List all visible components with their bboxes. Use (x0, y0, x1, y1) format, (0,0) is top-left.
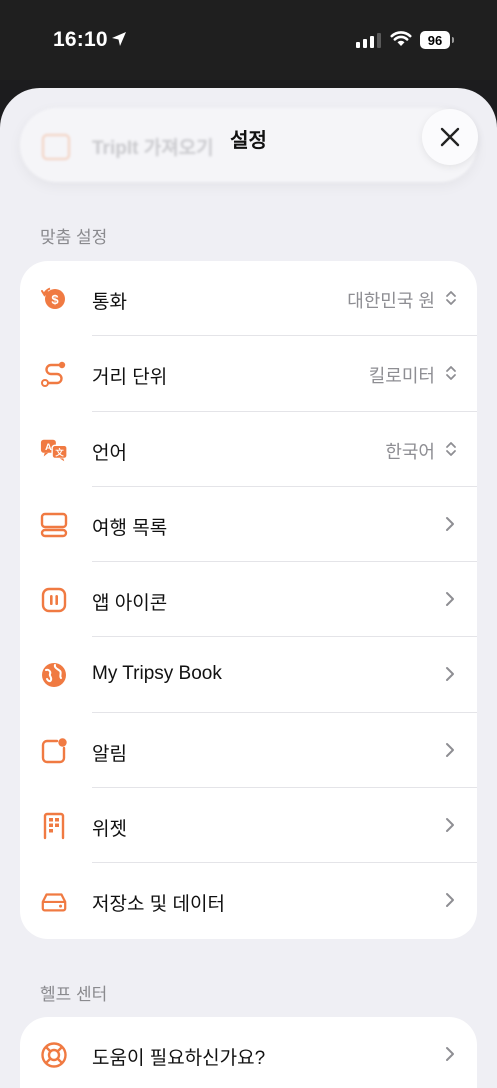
chevron-right-icon (446, 1047, 454, 1061)
svg-text:文: 文 (55, 447, 64, 457)
globe-icon (40, 661, 68, 689)
close-button[interactable] (422, 109, 478, 165)
battery-tip (452, 37, 454, 43)
settings-row-value: 대한민국 원 (347, 291, 435, 311)
settings-row-help[interactable]: 도움이 필요하신가요? (20, 1017, 477, 1088)
settings-row-notifications[interactable]: 알림 (20, 713, 477, 789)
cellular-signal-icon (356, 33, 381, 48)
chevron-up-down-icon (446, 441, 456, 456)
section-header-custom: 맞춤 설정 (40, 228, 108, 247)
chevron-right-icon (446, 516, 454, 531)
battery-indicator: 96 (420, 31, 450, 49)
settings-row-label: 통화 (92, 292, 127, 313)
svg-text:$: $ (51, 292, 59, 307)
settings-sheet: TripIt 가져오기 설정 맞춤 설정 $ 통화 대한민국 원 거리 단위 킬… (0, 88, 497, 1088)
chevron-up-down-icon (446, 366, 456, 381)
settings-row-label: 거리 단위 (92, 367, 168, 389)
settings-group-help: 도움이 필요하신가요? (20, 1017, 477, 1088)
settings-row-storage[interactable]: 저장소 및 데이터 (20, 863, 477, 938)
chevron-right-icon (446, 893, 454, 908)
app-icon-icon (40, 586, 68, 614)
notification-icon (40, 737, 68, 765)
settings-row-label: 여행 목록 (92, 517, 168, 539)
translate-icon: A 文 (40, 436, 68, 464)
settings-row-widget[interactable]: 위젯 (20, 788, 477, 864)
settings-row-label: 저장소 및 데이터 (92, 894, 225, 916)
chevron-right-icon (446, 592, 454, 607)
trip-list-icon (40, 511, 68, 539)
lifebuoy-icon (40, 1041, 68, 1069)
storage-icon (40, 887, 68, 915)
chevron-up-down-icon (446, 291, 456, 305)
settings-row-value: 한국어 (385, 441, 435, 462)
settings-row-label: 위젯 (92, 819, 127, 841)
settings-row-label: 도움이 필요하신가요? (92, 1048, 266, 1069)
settings-row-label: 언어 (92, 442, 127, 464)
settings-row-distance-unit[interactable]: 거리 단위 킬로미터 (20, 336, 477, 412)
settings-row-app-icon[interactable]: 앱 아이콘 (20, 562, 477, 638)
settings-row-label: 알림 (92, 743, 127, 765)
chevron-right-icon (446, 667, 454, 682)
location-arrow-icon (112, 32, 126, 46)
status-bar: 16:10 96 (0, 0, 497, 80)
svg-text:A: A (45, 442, 52, 452)
chevron-right-icon (446, 742, 454, 757)
close-icon (440, 127, 460, 147)
settings-row-label: 앱 아이콘 (92, 593, 168, 615)
settings-row-language[interactable]: A 文 언어 한국어 (20, 412, 477, 487)
status-time: 16:10 (53, 28, 108, 51)
settings-row-trip-list[interactable]: 여행 목록 (20, 487, 477, 563)
route-icon (40, 360, 68, 388)
settings-group-custom: $ 통화 대한민국 원 거리 단위 킬로미터 A 文 언어 한국어 여행 목록 … (20, 261, 477, 939)
widget-icon (40, 812, 68, 840)
settings-row-my-tripsy-book[interactable]: My Tripsy Book (20, 637, 477, 713)
currency-exchange-icon: $ (40, 285, 68, 313)
section-header-help: 헬프 센터 (40, 985, 108, 1004)
settings-row-value: 킬로미터 (368, 366, 435, 387)
settings-row-currency[interactable]: $ 통화 대한민국 원 (20, 261, 477, 337)
settings-row-label: My Tripsy Book (92, 663, 222, 685)
chevron-right-icon (446, 818, 454, 833)
wifi-icon (390, 31, 412, 46)
